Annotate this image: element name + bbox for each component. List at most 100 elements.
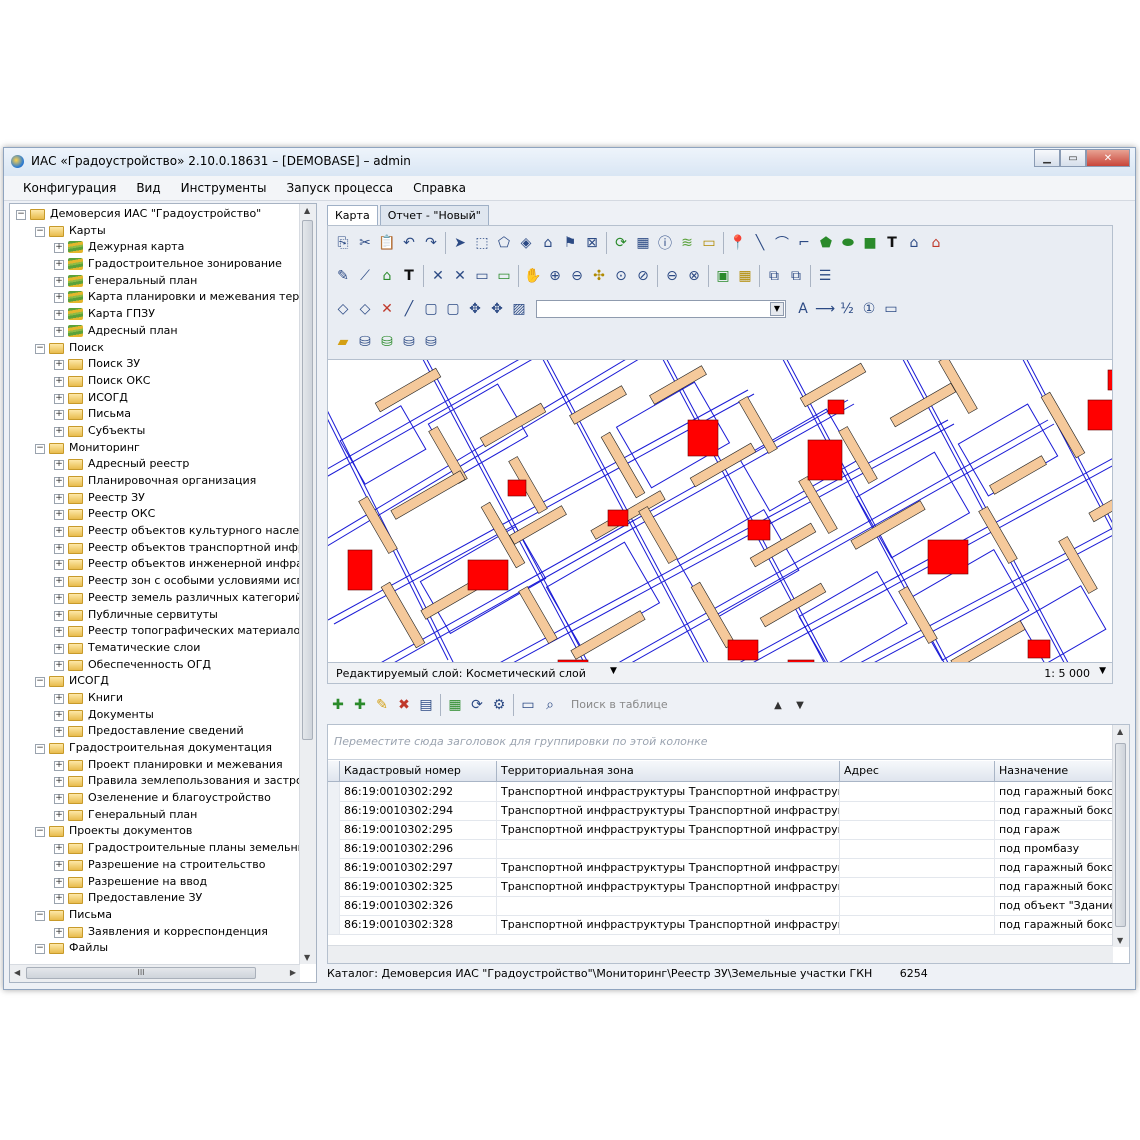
select-poly-icon[interactable]: ⬠ xyxy=(493,232,515,254)
select-arrow-icon[interactable]: ➤ xyxy=(449,232,471,254)
pan-hand-icon[interactable]: ✋ xyxy=(522,265,544,287)
table-search-input[interactable]: Поиск в таблице xyxy=(567,695,767,715)
columns-icon[interactable]: ▭ xyxy=(517,694,539,716)
expand-icon[interactable]: + xyxy=(54,627,64,638)
zoom-window-icon[interactable]: ⊘ xyxy=(632,265,654,287)
tree-node[interactable]: + Разрешение на строительство xyxy=(10,857,300,874)
expand-icon[interactable]: + xyxy=(54,860,64,871)
expand-icon[interactable]: + xyxy=(54,660,64,671)
menu-help[interactable]: Справка xyxy=(403,181,476,195)
tree-node[interactable]: + Планировочная организация xyxy=(10,473,300,490)
draw-rect-icon[interactable]: ▢ xyxy=(420,298,442,320)
rectangle-tool-icon[interactable]: ■ xyxy=(859,232,881,254)
collapse-icon[interactable]: − xyxy=(35,910,45,921)
tree-node[interactable]: + Субъекты xyxy=(10,423,300,440)
text-tool-icon[interactable]: T xyxy=(881,232,903,254)
layer-stack-icon[interactable]: ⧉ xyxy=(763,265,785,287)
tree-node[interactable]: + Градостроительное зонирование xyxy=(10,256,300,273)
expand-icon[interactable]: + xyxy=(54,376,64,387)
tree-node[interactable]: − Карты xyxy=(10,223,300,240)
xy-line-icon[interactable]: ✕ xyxy=(449,265,471,287)
hatch-icon[interactable]: ▨ xyxy=(508,298,530,320)
chevron-down-icon[interactable]: ▼ xyxy=(610,666,617,676)
db-settings-icon[interactable]: ⛁ xyxy=(420,331,442,353)
xy-poly-icon[interactable]: ▭ xyxy=(493,265,515,287)
undo-icon[interactable]: ↶ xyxy=(398,232,420,254)
zoom-next-icon[interactable]: ⊗ xyxy=(683,265,705,287)
column-header-zone[interactable]: Территориальная зона xyxy=(497,761,840,781)
print-icon[interactable]: ▤ xyxy=(415,694,437,716)
expand-icon[interactable]: + xyxy=(54,593,64,604)
map-canvas[interactable] xyxy=(328,360,1113,662)
xy-label-icon[interactable]: ▭ xyxy=(471,265,493,287)
column-header-address[interactable]: Адрес xyxy=(840,761,995,781)
expand-icon[interactable]: + xyxy=(54,643,64,654)
db-sync-icon[interactable]: ⛁ xyxy=(398,331,420,353)
add-record-icon[interactable]: ✚ xyxy=(327,694,349,716)
scroll-up-icon[interactable]: ▲ xyxy=(304,206,310,215)
draw-line-icon[interactable]: ╱ xyxy=(398,298,420,320)
move-object-icon[interactable]: ✥ xyxy=(464,298,486,320)
expand-icon[interactable]: + xyxy=(54,894,64,905)
expand-icon[interactable]: + xyxy=(54,393,64,404)
row-selector[interactable] xyxy=(328,820,340,839)
zoom-search-icon[interactable]: ⊙ xyxy=(610,265,632,287)
tree-node[interactable]: + Дежурная карта xyxy=(10,239,300,256)
tree-node[interactable]: + Предоставление ЗУ xyxy=(10,890,300,907)
expand-icon[interactable]: + xyxy=(54,360,64,371)
expand-icon[interactable]: + xyxy=(54,877,64,888)
tab-report-new[interactable]: Отчет - "Новый" xyxy=(379,205,489,226)
tree-horizontal-scrollbar[interactable]: ◀ III ▶ xyxy=(10,964,300,982)
house-xy-icon[interactable]: ⌂ xyxy=(925,232,947,254)
fraction-icon[interactable]: ½ xyxy=(836,298,858,320)
table-row[interactable]: 86:19:0010302:294 Транспортной инфраструк… xyxy=(328,801,1113,821)
expand-icon[interactable]: + xyxy=(54,310,64,321)
expand-icon[interactable]: + xyxy=(54,760,64,771)
tree-node[interactable]: + Реестр ЗУ xyxy=(10,490,300,507)
arc-tool-icon[interactable]: ⌒ xyxy=(771,232,793,254)
expand-icon[interactable]: + xyxy=(54,844,64,855)
clear-selection-icon[interactable]: ⊠ xyxy=(581,232,603,254)
tree-hscroll-thumb[interactable]: III xyxy=(26,967,256,979)
tree-node[interactable]: + Предоставление сведений xyxy=(10,723,300,740)
zoom-out-icon[interactable]: ⊖ xyxy=(566,265,588,287)
table-vertical-scrollbar[interactable]: ▲ ▼ xyxy=(1112,725,1129,947)
close-button[interactable]: ✕ xyxy=(1086,149,1130,167)
row-selector[interactable] xyxy=(328,896,340,915)
expand-icon[interactable]: + xyxy=(54,794,64,805)
merge-object-icon[interactable]: ✥ xyxy=(486,298,508,320)
menu-configuration[interactable]: Конфигурация xyxy=(4,181,126,195)
tree-node[interactable]: + Реестр объектов транспортной инфра xyxy=(10,540,300,557)
expand-icon[interactable]: + xyxy=(54,243,64,254)
refresh-green-icon[interactable]: ⟳ xyxy=(610,232,632,254)
table-row[interactable]: 86:19:0010302:328 Транспортной инфраструк… xyxy=(328,915,1113,935)
cut-icon[interactable]: ✂ xyxy=(354,232,376,254)
zoom-extent-icon[interactable]: ✣ xyxy=(588,265,610,287)
edit-point-icon[interactable]: ✎ xyxy=(332,265,354,287)
copy-icon[interactable]: ⎘ xyxy=(332,232,354,254)
tree-node[interactable]: + Документы xyxy=(10,707,300,724)
edit-text-icon[interactable]: T xyxy=(398,265,420,287)
collapse-icon[interactable]: − xyxy=(35,443,45,454)
expand-icon[interactable]: + xyxy=(54,260,64,271)
tree-node[interactable]: + Поиск ЗУ xyxy=(10,356,300,373)
table-row[interactable]: 86:19:0010302:325 Транспортной инфраструк… xyxy=(328,877,1113,897)
delete-record-icon[interactable]: ✖ xyxy=(393,694,415,716)
redo-icon[interactable]: ↷ xyxy=(420,232,442,254)
legend-icon[interactable]: ☰ xyxy=(814,265,836,287)
search-prev-icon[interactable]: ▲ xyxy=(767,694,789,716)
tree-node[interactable]: + Заявления и корреспонденция xyxy=(10,924,300,941)
expand-icon[interactable]: + xyxy=(54,727,64,738)
layers-tool-icon[interactable]: ≋ xyxy=(676,232,698,254)
collapse-icon[interactable]: − xyxy=(16,210,26,220)
table-row[interactable]: 86:19:0010302:295 Транспортной инфраструк… xyxy=(328,820,1113,840)
refresh-icon[interactable]: ⟳ xyxy=(466,694,488,716)
expand-icon[interactable]: + xyxy=(54,610,64,621)
column-header-purpose[interactable]: Назначение xyxy=(995,761,1113,781)
menu-tools[interactable]: Инструменты xyxy=(171,181,277,195)
tree-node[interactable]: + Реестр зон с особыми условиями испо xyxy=(10,573,300,590)
zoom-in-icon[interactable]: ⊕ xyxy=(544,265,566,287)
measure-m2-icon[interactable]: ▭ xyxy=(880,298,902,320)
db-import-icon[interactable]: ⛁ xyxy=(354,331,376,353)
row-selector[interactable] xyxy=(328,858,340,877)
